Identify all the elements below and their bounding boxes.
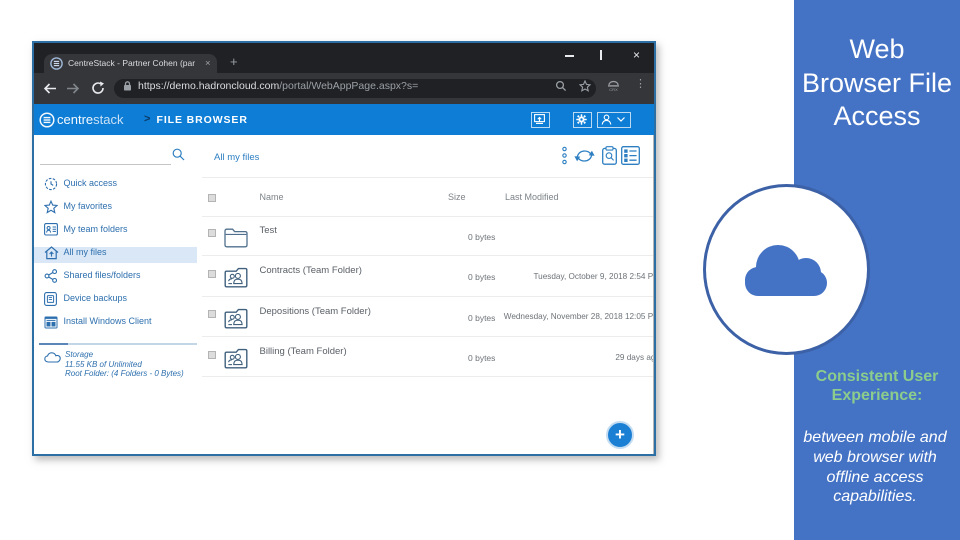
svg-text:CRX: CRX xyxy=(609,87,618,92)
